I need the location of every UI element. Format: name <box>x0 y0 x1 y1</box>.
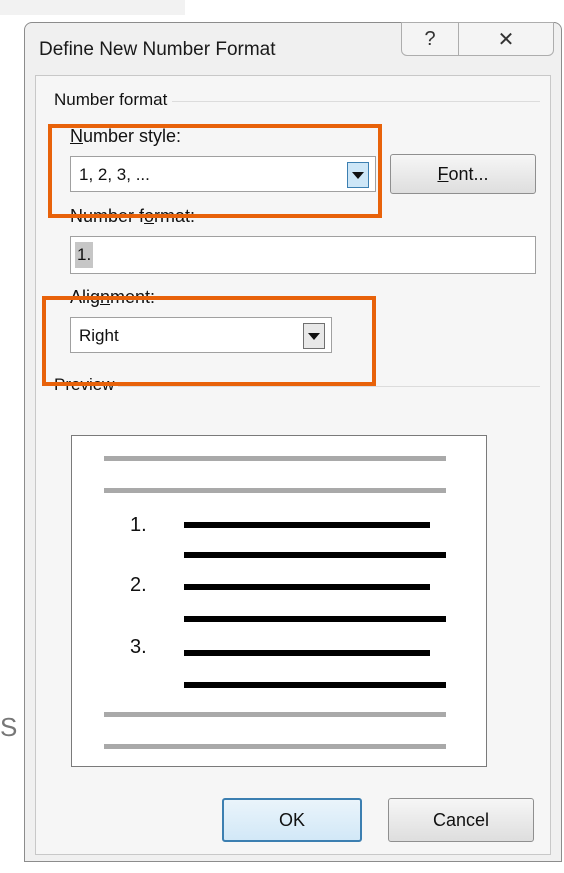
alignment-highlight <box>42 296 376 386</box>
dialog-title: Define New Number Format <box>39 39 276 60</box>
close-button[interactable]: ✕ <box>458 22 554 56</box>
preview-gray-line <box>104 712 446 717</box>
cancel-button[interactable]: Cancel <box>388 798 534 842</box>
font-button[interactable]: Font... <box>390 154 536 194</box>
number-format-input[interactable]: 1. <box>70 236 536 274</box>
close-icon: ✕ <box>497 28 515 51</box>
preview-number: 2. <box>130 574 147 596</box>
preview-text-line <box>184 584 430 590</box>
preview-number: 1. <box>130 514 147 536</box>
background-text: S <box>0 712 18 742</box>
ok-button[interactable]: OK <box>222 798 362 842</box>
preview-text-line <box>184 650 430 656</box>
background-strip <box>0 0 185 15</box>
number-style-highlight <box>48 124 382 218</box>
preview-text-line <box>184 522 430 528</box>
preview-text-line <box>184 552 446 558</box>
help-button[interactable]: ? <box>401 22 459 56</box>
number-format-value: 1. <box>75 242 94 268</box>
preview-text-line <box>184 682 446 688</box>
preview-text-line <box>184 616 446 622</box>
preview-pane: 1. 2. 3. <box>71 435 487 767</box>
group-divider <box>118 386 540 387</box>
preview-gray-line <box>104 456 446 461</box>
preview-number: 3. <box>130 636 147 658</box>
number-format-group-label: Number format <box>54 90 168 109</box>
preview-gray-line <box>104 744 446 749</box>
preview-gray-line <box>104 488 446 493</box>
help-icon: ? <box>424 27 436 50</box>
group-divider <box>172 101 540 102</box>
